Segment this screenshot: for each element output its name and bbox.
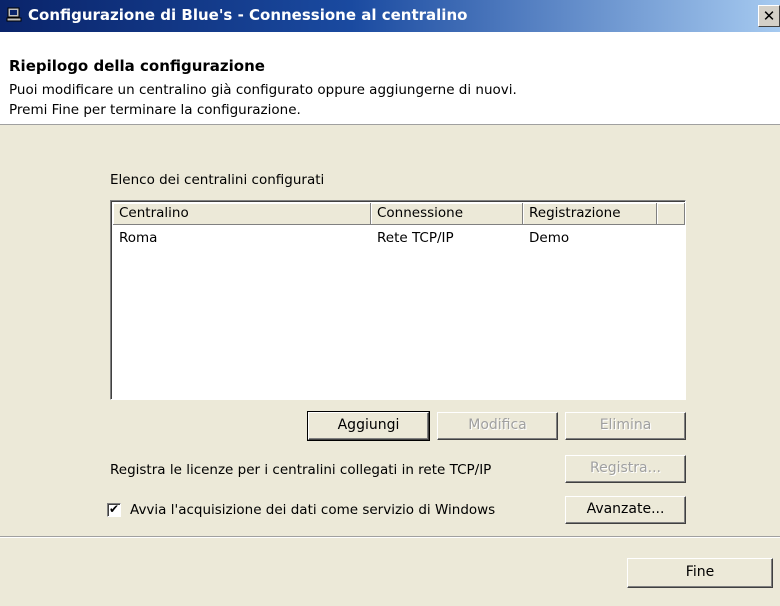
wizard-body: Elenco dei centralini configurati Centra…	[0, 125, 780, 606]
column-header-connessione[interactable]: Connessione	[371, 203, 523, 225]
wizard-header: Riepilogo della configurazione Puoi modi…	[0, 32, 780, 125]
dialog-window: Configurazione di Blue's - Connessione a…	[0, 0, 780, 606]
finish-button[interactable]: Fine	[627, 558, 773, 588]
column-header-centralino[interactable]: Centralino	[113, 203, 371, 225]
register-button[interactable]: Registra...	[565, 455, 686, 483]
edit-button[interactable]: Modifica	[437, 412, 558, 440]
cell-centralino: Roma	[119, 230, 158, 246]
cell-connessione: Rete TCP/IP	[377, 230, 454, 246]
header-description-2: Premi Fine per terminare la configurazio…	[9, 102, 301, 118]
column-header-empty	[657, 203, 685, 225]
computer-icon	[6, 7, 22, 22]
add-button[interactable]: Aggiungi	[307, 411, 430, 441]
list-header: Centralino Connessione Registrazione	[113, 203, 685, 225]
switchboard-list[interactable]: Centralino Connessione Registrazione Rom…	[110, 200, 686, 400]
column-header-registrazione[interactable]: Registrazione	[523, 203, 657, 225]
windows-service-checkbox[interactable]: ✔	[107, 503, 121, 517]
header-title: Riepilogo della configurazione	[9, 57, 265, 75]
header-description-1: Puoi modificare un centralino già config…	[9, 82, 517, 98]
title-bar[interactable]: Configurazione di Blue's - Connessione a…	[0, 0, 780, 32]
advanced-button[interactable]: Avanzate...	[565, 496, 686, 524]
window-title: Configurazione di Blue's - Connessione a…	[28, 6, 468, 24]
cell-registrazione: Demo	[529, 230, 570, 246]
close-button[interactable]: ✕	[758, 5, 780, 27]
windows-service-label[interactable]: Avvia l'acquisizione dei dati come servi…	[130, 502, 495, 518]
register-licenses-label: Registra le licenze per i centralini col…	[110, 462, 492, 478]
separator	[0, 536, 780, 538]
list-item[interactable]: Roma Rete TCP/IP Demo	[113, 230, 657, 250]
delete-button[interactable]: Elimina	[565, 412, 686, 440]
list-label: Elenco dei centralini configurati	[110, 172, 325, 188]
